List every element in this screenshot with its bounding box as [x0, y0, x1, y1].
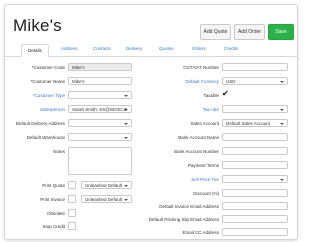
obsolete-checkbox[interactable]	[68, 209, 76, 217]
tab-quotes[interactable]: Quotes	[159, 46, 174, 51]
default-delivery-address-select[interactable]	[68, 119, 132, 127]
gst-vat-number-field[interactable]	[222, 63, 288, 71]
print-invoice-select[interactable]: Unleashed Default	[81, 195, 132, 203]
sell-price-tier-label[interactable]: Sell Price Tier	[191, 177, 219, 182]
print-quote-select[interactable]: Unleashed Default	[81, 181, 132, 189]
tab-delivery[interactable]: Delivery	[126, 46, 142, 51]
discount-label: Discount (%)	[193, 191, 219, 196]
default-currency-label[interactable]: Default Currency	[185, 79, 219, 84]
default-invoice-email-label: Default Invoice Email Address	[159, 204, 219, 209]
email-cc-field[interactable]	[222, 228, 288, 236]
tab-address[interactable]: Address	[61, 46, 78, 51]
tab-orders[interactable]: Orders	[192, 46, 206, 51]
taxable-label: Taxable	[203, 93, 219, 98]
tab-bar: Details Address Contacts Delivery Quotes…	[5, 44, 297, 57]
notes-textarea[interactable]	[68, 147, 132, 175]
print-quote-label: Print Quote	[42, 183, 65, 188]
default-packing-slip-email-label: Default Packing Slip Email Address	[148, 217, 219, 222]
sell-price-tier-select[interactable]	[222, 175, 288, 183]
customer-type-label[interactable]: *Customer Type	[33, 93, 65, 98]
tax-rate-label[interactable]: Tax rate	[203, 107, 219, 112]
customer-type-select[interactable]	[68, 91, 132, 99]
customer-code-label: *Customer Code	[31, 65, 65, 70]
print-quote-checkbox[interactable]	[68, 181, 76, 189]
tab-credits[interactable]: Credits	[224, 46, 238, 51]
taxable-checkbox-check-icon[interactable]: ✔	[222, 90, 229, 98]
default-warehouse-label: Default Warehouse	[26, 135, 65, 140]
default-invoice-email-field[interactable]	[222, 202, 288, 210]
print-invoice-checkbox[interactable]	[68, 195, 76, 203]
sales-account-label: Sales Account	[190, 121, 219, 126]
print-invoice-label: Print Invoice	[40, 197, 65, 202]
add-quote-button[interactable]: Add Quote	[200, 24, 231, 40]
sales-account-select[interactable]: Default Sales Account	[222, 119, 288, 127]
stop-credit-checkbox[interactable]	[68, 222, 76, 230]
page-title: Mike's	[13, 16, 62, 35]
bank-account-name-label: Bank Account Name	[178, 135, 219, 140]
tab-details[interactable]: Details	[21, 44, 49, 57]
discount-field[interactable]	[222, 189, 288, 197]
salesperson-label[interactable]: Salesperson	[40, 107, 65, 112]
tab-contacts[interactable]: Contacts	[93, 46, 111, 51]
customer-form-card: Mike's Add Quote Add Order Save Details …	[4, 4, 298, 240]
default-packing-slip-email-field[interactable]	[222, 215, 288, 223]
payment-terms-label: Payment Terms	[187, 163, 219, 168]
payment-terms-field[interactable]	[222, 161, 288, 169]
bank-account-number-field[interactable]	[222, 147, 288, 155]
obsolete-label: Obsolete	[46, 211, 65, 216]
salesperson-select[interactable]: Sarah Smith: SS@WCECO	[68, 105, 132, 113]
notes-label: Notes	[53, 149, 65, 154]
default-warehouse-select[interactable]	[68, 133, 132, 141]
add-order-button[interactable]: Add Order	[234, 24, 265, 40]
default-delivery-address-label: Default Delivery Address	[15, 121, 65, 126]
save-button[interactable]: Save	[268, 24, 294, 40]
customer-code-field[interactable]: Mike's	[68, 63, 132, 71]
bank-account-number-label: Bank Account Number	[174, 149, 219, 154]
default-currency-select[interactable]: USD	[222, 77, 288, 85]
tax-rate-select[interactable]	[222, 105, 288, 113]
customer-name-field[interactable]: Mike's	[68, 77, 132, 85]
gst-vat-number-label: GST/VAT Number	[183, 65, 219, 70]
bank-account-name-field[interactable]	[222, 133, 288, 141]
email-cc-label: Email CC Address	[182, 230, 219, 235]
customer-name-label: *Customer Name	[30, 79, 65, 84]
stop-credit-label: Stop Credit	[42, 224, 65, 229]
